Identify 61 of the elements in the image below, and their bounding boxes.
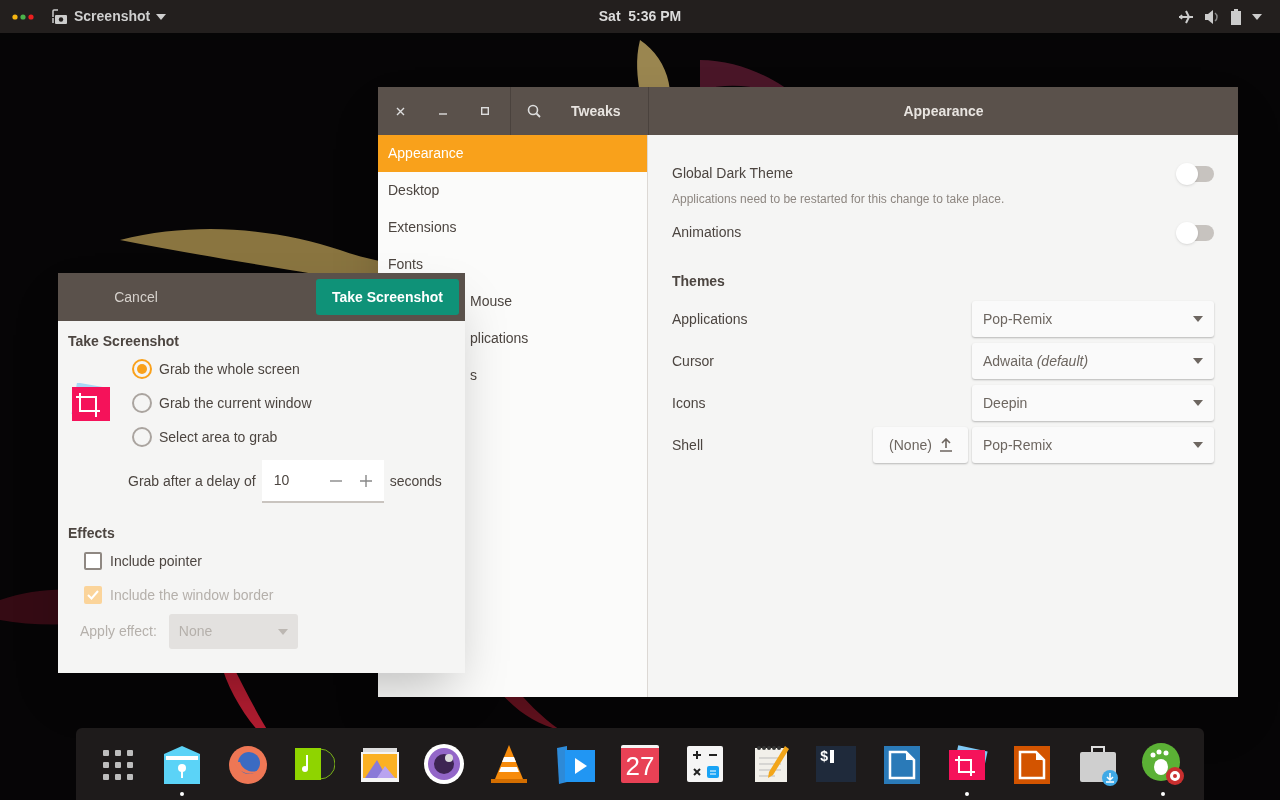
battery-icon <box>1230 8 1242 25</box>
radio-button[interactable] <box>132 427 152 447</box>
lens-icon <box>421 742 466 786</box>
setting-label: Cursor <box>672 351 715 371</box>
effect-label: Apply effect: <box>80 622 157 641</box>
sidebar-item[interactable]: Desktop <box>378 172 647 209</box>
search-icon <box>527 104 541 118</box>
toggle-switch[interactable] <box>1178 224 1214 241</box>
unit-label: seconds <box>389 472 442 491</box>
page-title: Appearance <box>903 101 984 121</box>
camera-icon <box>52 8 68 25</box>
setting-label: Icons <box>672 393 707 413</box>
caret-icon <box>1193 316 1203 322</box>
section-heading: Take Screenshot <box>68 332 180 351</box>
plus-icon[interactable] <box>359 474 372 487</box>
radio-button[interactable] <box>132 359 152 379</box>
cancel-button[interactable]: Cancel <box>64 279 208 315</box>
setting-label: Shell <box>672 435 705 455</box>
radio-button[interactable] <box>132 393 152 413</box>
foot-gear-icon <box>1141 742 1185 786</box>
setting-label: Animations <box>672 223 742 242</box>
setting-label: Applications <box>672 309 749 329</box>
caret-icon <box>1193 442 1203 448</box>
setting-label: Global Dark Theme <box>672 164 794 183</box>
window-title: Tweaks <box>571 101 621 121</box>
clock[interactable]: Sat 5:36 PM <box>598 6 682 27</box>
calendar-icon: 27 <box>621 745 659 783</box>
caret-icon <box>1252 13 1262 20</box>
section-heading: Effects <box>68 524 116 543</box>
option-label: Select area to grab <box>159 427 278 447</box>
caret-icon <box>1193 358 1203 364</box>
delay-label: Grab after a delay of <box>128 472 256 491</box>
checkbox-label: Include the window border <box>110 585 274 605</box>
upload-icon <box>939 438 952 452</box>
theme-dropdown[interactable]: Pop-Remix <box>972 427 1214 463</box>
dock-item[interactable]: 27 <box>611 732 669 796</box>
theme-dropdown[interactable]: Adwaita (default) <box>972 343 1214 379</box>
option-label: Grab the current window <box>159 393 312 413</box>
take-screenshot-button[interactable]: Take Screenshot <box>316 279 459 315</box>
close-icon <box>395 106 405 116</box>
dock-item[interactable]: $ <box>807 732 866 796</box>
volume-icon <box>1204 8 1220 25</box>
caret-icon <box>1193 400 1203 406</box>
sidebar-item[interactable]: Extensions <box>378 209 647 246</box>
airplane-icon <box>1178 8 1194 25</box>
delay-spin-field[interactable]: 10 <box>261 460 384 503</box>
toggle-switch[interactable] <box>1178 165 1214 182</box>
checkbox[interactable] <box>84 552 102 570</box>
maximize-icon <box>481 107 489 115</box>
checkbox-label: Include pointer <box>110 551 202 571</box>
caret-icon <box>277 628 288 635</box>
app-menu[interactable]: Screenshot <box>52 6 167 27</box>
terminal-icon: $ <box>816 746 857 782</box>
section-heading: Themes <box>672 272 726 291</box>
window-dots-icon <box>12 13 34 20</box>
option-label: Grab the whole screen <box>159 359 300 379</box>
setting-hint: Applications need to be restarted for this change to take place. <box>672 191 1006 208</box>
theme-dropdown[interactable]: Deepin <box>972 385 1214 421</box>
theme-dropdown[interactable]: Pop-Remix <box>972 301 1214 337</box>
install-button[interactable]: (None) <box>873 427 968 463</box>
caret-icon <box>156 13 167 20</box>
